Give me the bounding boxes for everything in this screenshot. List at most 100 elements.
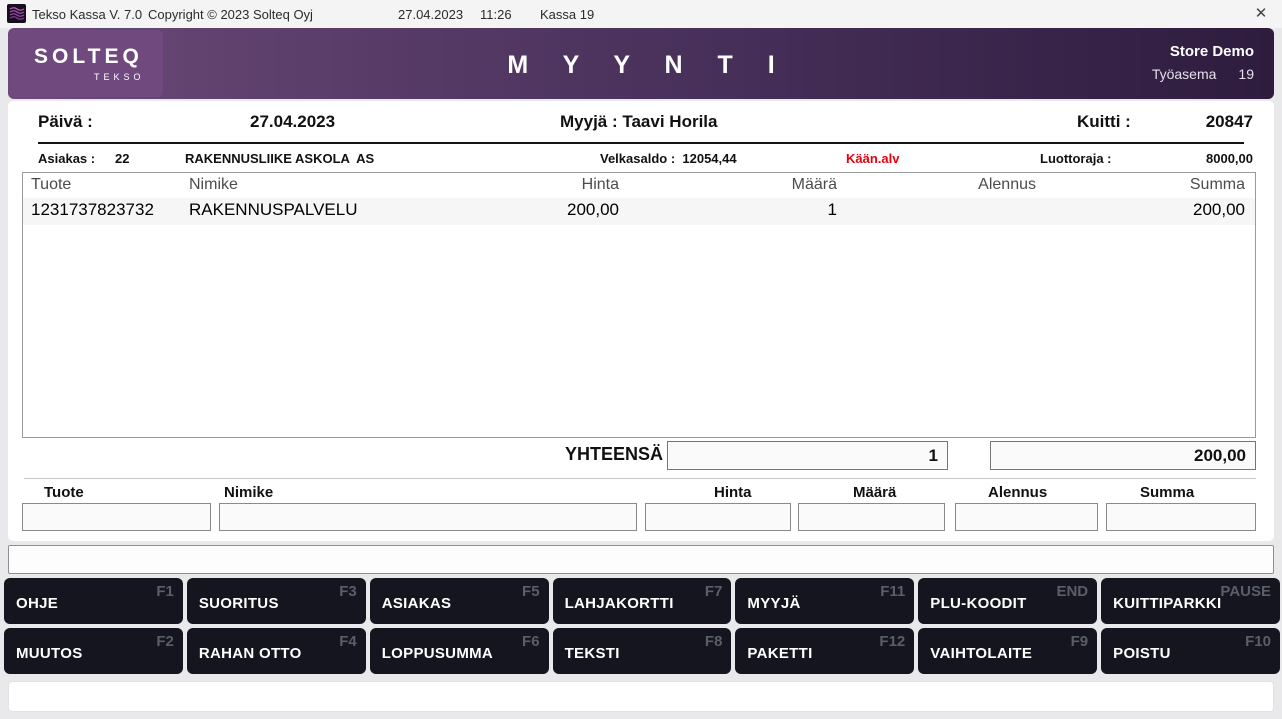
customer-name: RAKENNUSLIIKE ASKOLA AS <box>185 151 374 166</box>
workstation-number: 19 <box>1238 66 1254 82</box>
kuittiparkki-button[interactable]: KUITTIPARKKI PAUSE <box>1101 578 1280 624</box>
paketti-button[interactable]: PAKETTI F12 <box>735 628 914 674</box>
muutos-button[interactable]: MUUTOS F2 <box>4 628 183 674</box>
app-header: SOLTEQ TEKSO M Y Y N T I Store Demo Työa… <box>8 28 1274 99</box>
cell-tuote: 1231737823732 <box>31 200 154 220</box>
button-label: PAKETTI <box>747 645 812 662</box>
date-label: Päivä : <box>38 112 93 132</box>
table-header-row: Tuote Nimike Hinta Määrä Alennus Summa <box>23 173 1255 198</box>
entry-input-nimike[interactable] <box>219 503 637 531</box>
teksti-button[interactable]: TEKSTI F8 <box>553 628 732 674</box>
cell-maara: 1 <box>828 200 837 220</box>
rahan-otto-button[interactable]: RAHAN OTTO F4 <box>187 628 366 674</box>
window-title: Tekso Kassa V. 7.0 <box>32 7 142 22</box>
poistu-button[interactable]: POISTU F10 <box>1101 628 1280 674</box>
titlebar-time: 11:26 <box>480 7 512 22</box>
total-quantity-box: 1 <box>667 441 948 470</box>
vaihtolaite-button[interactable]: VAIHTOLAITE F9 <box>918 628 1097 674</box>
divider <box>38 142 1244 144</box>
entry-label-tuote: Tuote <box>44 484 84 501</box>
copyright-text: Copyright © 2023 Solteq Oyj <box>148 7 313 22</box>
entry-label-hinta: Hinta <box>714 484 752 501</box>
key-hint: F6 <box>522 633 540 650</box>
asiakas-button[interactable]: ASIAKAS F5 <box>370 578 549 624</box>
entry-input-hinta[interactable] <box>645 503 791 531</box>
page-title: M Y Y N T I <box>8 51 1274 80</box>
entry-input-maara[interactable] <box>798 503 945 531</box>
date-value: 27.04.2023 <box>250 112 335 132</box>
myyja-button[interactable]: MYYJÄ F11 <box>735 578 914 624</box>
column-header-alennus: Alennus <box>978 176 1036 194</box>
button-label: RAHAN OTTO <box>199 645 302 662</box>
entry-label-maara: Määrä <box>853 484 896 501</box>
button-label: PLU-KOODIT <box>930 595 1026 612</box>
titlebar-date: 27.04.2023 <box>398 7 463 22</box>
entry-input-summa[interactable] <box>1106 503 1256 531</box>
cell-nimike: RAKENNUSPALVELU <box>189 200 357 220</box>
ohje-button[interactable]: OHJE F1 <box>4 578 183 624</box>
button-label: VAIHTOLAITE <box>930 645 1032 662</box>
window-titlebar: Tekso Kassa V. 7.0 Copyright © 2023 Solt… <box>0 0 1282 28</box>
column-header-hinta: Hinta <box>582 176 619 194</box>
button-label: ASIAKAS <box>382 595 452 612</box>
button-label: OHJE <box>16 595 58 612</box>
divider <box>24 478 1256 479</box>
workstation-label: Työasema <box>1152 66 1217 82</box>
suoritus-button[interactable]: SUORITUS F3 <box>187 578 366 624</box>
debt-balance: Velkasaldo : 12054,44 <box>600 151 737 166</box>
close-icon[interactable]: ✕ <box>1248 3 1274 25</box>
customer-label: Asiakas : <box>38 151 95 166</box>
key-hint: PAUSE <box>1220 583 1271 600</box>
cell-summa: 200,00 <box>1193 200 1245 220</box>
button-label: MYYJÄ <box>747 595 800 612</box>
entry-input-tuote[interactable] <box>22 503 211 531</box>
column-header-nimike: Nimike <box>189 176 238 194</box>
seller-info: Myyjä : Taavi Horila <box>560 112 717 132</box>
sales-lines-table: Tuote Nimike Hinta Määrä Alennus Summa 1… <box>22 172 1256 438</box>
button-label: LOPPUSUMMA <box>382 645 493 662</box>
button-label: LAHJAKORTTI <box>565 595 674 612</box>
key-hint: F9 <box>1071 633 1089 650</box>
button-label: SUORITUS <box>199 595 279 612</box>
key-hint: F7 <box>705 583 723 600</box>
total-label: YHTEENSÄ <box>448 444 663 465</box>
key-hint: F3 <box>339 583 357 600</box>
button-label: POISTU <box>1113 645 1171 662</box>
sale-panel: Päivä : 27.04.2023 Myyjä : Taavi Horila … <box>8 101 1274 541</box>
button-label: TEKSTI <box>565 645 620 662</box>
reverse-vat-flag: Kään.alv <box>846 151 899 166</box>
app-logo-icon <box>7 4 26 23</box>
table-row[interactable]: 1231737823732 RAKENNUSPALVELU 200,00 1 2… <box>23 198 1255 225</box>
plu-koodit-button[interactable]: PLU-KOODIT END <box>918 578 1097 624</box>
receipt-number: 20847 <box>1206 112 1253 132</box>
button-label: KUITTIPARKKI <box>1113 595 1221 612</box>
function-key-grid: OHJE F1 SUORITUS F3 ASIAKAS F5 LAHJAKORT… <box>4 578 1280 674</box>
entry-label-summa: Summa <box>1140 484 1194 501</box>
key-hint: F2 <box>156 633 174 650</box>
total-amount-box: 200,00 <box>990 441 1256 470</box>
key-hint: F11 <box>880 583 905 600</box>
customer-number: 22 <box>115 151 129 166</box>
entry-label-alennus: Alennus <box>988 484 1047 501</box>
key-hint: F1 <box>156 583 174 600</box>
key-hint: F5 <box>522 583 540 600</box>
key-hint: F10 <box>1245 633 1271 650</box>
button-label: MUUTOS <box>16 645 83 662</box>
column-header-tuote: Tuote <box>31 176 71 194</box>
lahjakortti-button[interactable]: LAHJAKORTTI F7 <box>553 578 732 624</box>
column-header-summa: Summa <box>1190 176 1245 194</box>
credit-limit-label: Luottoraja : <box>1040 151 1112 166</box>
loppusumma-button[interactable]: LOPPUSUMMA F6 <box>370 628 549 674</box>
entry-label-nimike: Nimike <box>224 484 273 501</box>
key-hint: F12 <box>879 633 905 650</box>
key-hint: F8 <box>705 633 723 650</box>
message-line[interactable] <box>8 545 1274 574</box>
column-header-maara: Määrä <box>792 176 837 194</box>
store-name: Store Demo <box>1170 43 1254 60</box>
credit-limit-value: 8000,00 <box>1206 151 1253 166</box>
key-hint: END <box>1056 583 1088 600</box>
cell-hinta: 200,00 <box>567 200 619 220</box>
key-hint: F4 <box>339 633 357 650</box>
workstation-info: Työasema 19 <box>1152 66 1254 82</box>
entry-input-alennus[interactable] <box>955 503 1098 531</box>
